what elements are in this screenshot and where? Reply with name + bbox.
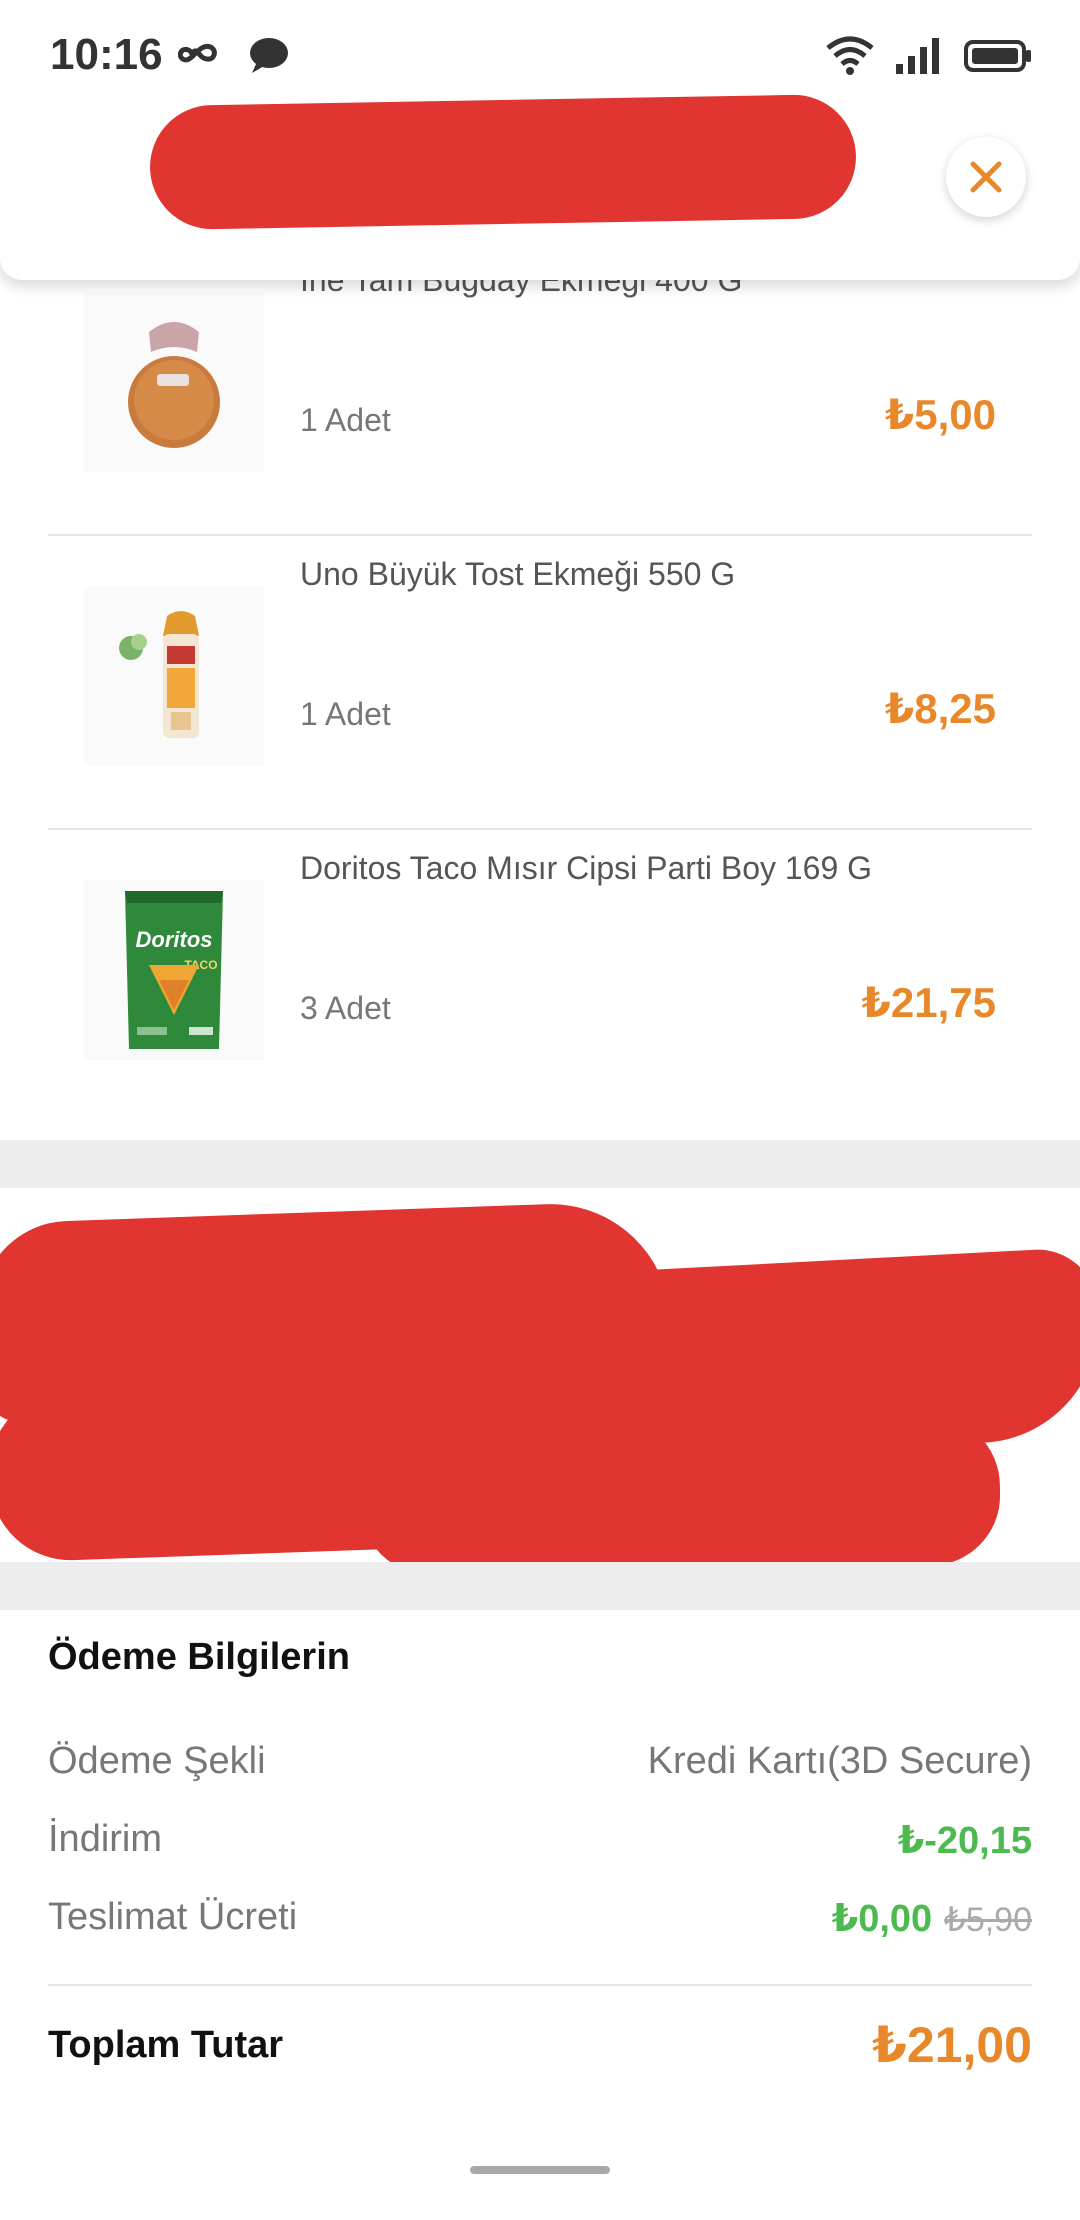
total-value: ₺21,00 bbox=[872, 2017, 1032, 2073]
header-card: 10:16 bbox=[0, 0, 1080, 280]
status-time: 10:16 bbox=[50, 30, 163, 79]
cart-item[interactable]: Doritos TACO Doritos Taco Mısır Cipsi Pa… bbox=[48, 830, 1032, 1124]
total-label: Toplam Tutar bbox=[48, 2024, 284, 2066]
delivery-fee-old-value: ₺5,90 bbox=[944, 1901, 1032, 1939]
battery-icon bbox=[964, 39, 1032, 78]
status-icons-right bbox=[826, 36, 1032, 81]
section-divider bbox=[0, 1562, 1080, 1610]
delivery-fee-value: ₺0,00 bbox=[831, 1898, 933, 1940]
item-quantity: 1 Adet bbox=[300, 696, 391, 732]
item-price: ₺21,75 bbox=[861, 979, 996, 1026]
cart-item[interactable]: İhe Tam Buğday Ekmeği 400 G 1 Adet ₺5,00 bbox=[48, 242, 1032, 536]
item-quantity: 1 Adet bbox=[300, 402, 391, 438]
home-indicator[interactable] bbox=[470, 2166, 610, 2174]
infinity-icon bbox=[177, 40, 226, 75]
discount-value: ₺-20,15 bbox=[897, 1820, 1032, 1862]
payment-method-value: Kredi Kartı(3D Secure) bbox=[647, 1740, 1032, 1782]
toast-bread-icon bbox=[84, 586, 264, 766]
item-quantity: 3 Adet bbox=[300, 990, 391, 1026]
status-icons-left bbox=[177, 36, 290, 79]
chips-brand-text: Doritos bbox=[136, 927, 213, 952]
close-icon bbox=[970, 161, 1002, 193]
order-summary-screen: 10:16 İhe Tam Buğday Ekmeği 400 G 1 Adet… bbox=[0, 0, 1080, 2220]
payment-method-label: Ödeme Şekli bbox=[48, 1740, 266, 1782]
cart-item[interactable]: Uno Büyük Tost Ekmeği 550 G 1 Adet ₺8,25 bbox=[48, 536, 1032, 830]
payment-title: Ödeme Bilgilerin bbox=[48, 1636, 350, 1678]
close-button[interactable] bbox=[946, 137, 1026, 217]
discount-label: İndirim bbox=[48, 1818, 163, 1860]
redacted-header-title bbox=[148, 93, 858, 231]
delivery-fee-values: ₺0,00 ₺5,90 bbox=[832, 1896, 1032, 1941]
item-name: Doritos Taco Mısır Cipsi Parti Boy 169 G bbox=[300, 850, 873, 886]
discount-row: İndirim ₺-20,15 bbox=[48, 1818, 1032, 1868]
wifi-icon bbox=[826, 36, 874, 81]
item-price: ₺8,25 bbox=[885, 685, 996, 732]
chat-icon bbox=[248, 36, 290, 79]
payment-method-row: Ödeme Şekli Kredi Kartı(3D Secure) bbox=[48, 1740, 1032, 1790]
delivery-fee-row: Teslimat Ücreti ₺0,00 ₺5,90 bbox=[48, 1896, 1032, 1946]
signal-icon bbox=[896, 38, 942, 79]
section-divider bbox=[0, 1140, 1080, 1188]
item-name: Uno Büyük Tost Ekmeği 550 G bbox=[300, 556, 736, 592]
summary-divider bbox=[48, 1984, 1032, 1986]
bread-bag-icon bbox=[84, 292, 264, 472]
delivery-fee-label: Teslimat Ücreti bbox=[48, 1896, 298, 1938]
item-price: ₺5,00 bbox=[885, 391, 996, 438]
chips-bag-icon: Doritos TACO bbox=[84, 880, 264, 1060]
